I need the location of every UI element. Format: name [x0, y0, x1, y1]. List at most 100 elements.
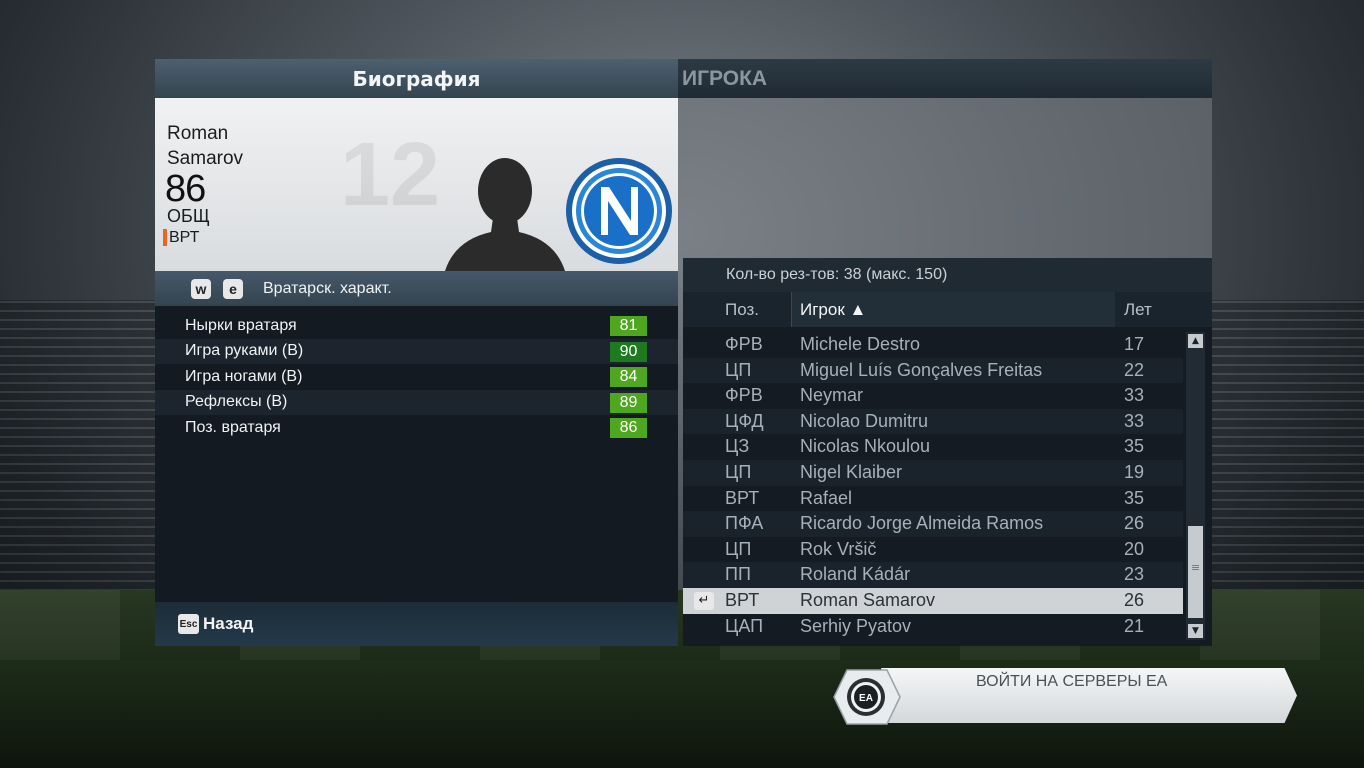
player-first-name: Roman — [167, 123, 229, 144]
attribute-row: Игра ногами (В) 84 — [155, 364, 678, 390]
scroll-down-arrow-icon[interactable]: ▼ — [1188, 624, 1203, 638]
list-scrollbar[interactable]: ▲ ▼ — [1186, 332, 1205, 640]
table-row[interactable]: ФРВ Michele Destro 17 — [683, 332, 1183, 358]
player-bio-panel: Биография 12 Roman Samarov 86 ОБЩ ВРТ w … — [155, 59, 678, 646]
row-position: ВРТ — [725, 589, 760, 610]
row-player-name: Roland Kádár — [800, 564, 911, 585]
row-player-name: Rok Vršič — [800, 538, 877, 559]
row-position: ЦП — [725, 538, 752, 559]
stadium-stand-left — [0, 300, 160, 600]
player-position: ВРТ — [163, 229, 199, 246]
column-header-player[interactable]: Игрок ▲ — [800, 300, 866, 320]
row-player-name: Nigel Klaiber — [800, 461, 903, 482]
player-last-name: Samarov — [167, 148, 244, 169]
attribute-name: Рефлексы (В) — [185, 393, 288, 411]
row-position: ФРВ — [725, 385, 763, 406]
table-row[interactable]: ЦП Miguel Luís Gonçalves Freitas 22 — [683, 357, 1183, 384]
preview-area — [678, 98, 1212, 258]
attribute-row: Игра руками (В) 90 — [155, 338, 678, 364]
table-row[interactable]: ЦП Nigel Klaiber 19 — [683, 459, 1183, 486]
scroll-up-arrow-icon[interactable]: ▲ — [1188, 334, 1203, 348]
row-player-name: Rafael — [800, 487, 853, 508]
results-count-bar: Кол-во рез-тов: 38 (макс. 150) — [683, 258, 1212, 292]
row-player-name: Nicolao Dumitru — [800, 410, 929, 431]
row-age: 19 — [1124, 461, 1145, 482]
attribute-name: Игра ногами (В) — [185, 367, 303, 385]
row-age: 33 — [1124, 385, 1145, 406]
attribute-row: Поз. вратаря 86 — [155, 415, 678, 441]
row-age: 26 — [1124, 513, 1145, 534]
row-player-name: Michele Destro — [800, 334, 921, 354]
row-age: 26 — [1124, 589, 1145, 610]
player-card: 12 Roman Samarov 86 ОБЩ ВРТ — [155, 98, 678, 271]
row-age: 33 — [1124, 410, 1145, 431]
player-silhouette-icon — [445, 158, 565, 271]
row-position: ЦП — [725, 359, 752, 380]
table-row[interactable]: ЦФД Nicolao Dumitru 33 — [683, 408, 1183, 435]
row-player-name: Neymar — [800, 385, 864, 406]
ea-logo-text: EA — [859, 693, 873, 704]
back-label: Назад — [203, 614, 254, 633]
row-position: ЦП — [725, 461, 752, 482]
attribute-value: 89 — [610, 392, 647, 413]
bio-title: Биография — [352, 66, 481, 91]
row-position: ЦЗ — [725, 436, 750, 457]
table-header: Поз. Игрок ▲ Лет — [683, 292, 1212, 327]
ea-signin-button[interactable]: EA ВОЙТИ НА СЕРВЕРЫ EA — [833, 668, 1299, 726]
attribute-name: Игра руками (В) — [185, 342, 304, 360]
napoli-crest-icon — [566, 158, 672, 264]
table-row-selected[interactable]: ↵ ВРТ Roman Samarov 26 — [683, 587, 1183, 614]
row-age: 21 — [1124, 615, 1145, 636]
attribute-row: Нырки вратаря 81 — [155, 313, 678, 339]
section-title: Вратарск. характ. — [263, 279, 392, 297]
table-row[interactable]: ЦЗ Nicolas Nkoulou 35 — [683, 434, 1183, 460]
bio-header: Биография — [155, 59, 678, 98]
back-button[interactable]: Esc Назад — [155, 602, 678, 646]
table-row[interactable]: ПФА Ricardo Jorge Almeida Ramos 26 — [683, 511, 1183, 537]
row-position: ПП — [725, 564, 751, 585]
scrollbar-thumb[interactable] — [1188, 526, 1203, 618]
row-player-name: Ricardo Jorge Almeida Ramos — [800, 513, 1044, 534]
row-position: ЦАП — [725, 615, 764, 636]
results-count: Кол-во рез-тов: 38 (макс. 150) — [726, 266, 948, 283]
attribute-value: 81 — [610, 316, 647, 336]
table-row[interactable]: ВРТ Rafael 35 — [683, 486, 1183, 512]
player-rating: 86 — [165, 168, 206, 210]
attribute-name: Нырки вратаря — [185, 316, 297, 334]
column-header-age[interactable]: Лет — [1124, 300, 1152, 320]
attribute-name: Поз. вратаря — [185, 418, 281, 436]
section-bar: w e Вратарск. характ. — [155, 271, 678, 306]
column-header-position[interactable]: Поз. — [725, 300, 759, 320]
row-age: 22 — [1124, 359, 1145, 380]
row-position: ФРВ — [725, 334, 763, 354]
row-player-name: Roman Samarov — [800, 589, 936, 610]
attribute-value: 84 — [610, 367, 647, 387]
row-player-name: Serhiy Pyatov — [800, 615, 912, 636]
table-row[interactable]: ЦАП Serhiy Pyatov 21 — [683, 614, 1183, 640]
table-row[interactable]: ФРВ Neymar 33 — [683, 383, 1183, 409]
prev-section-key[interactable]: w — [191, 278, 211, 299]
rating-label: ОБЩ — [167, 206, 210, 226]
table-row[interactable]: ПП Roland Kádár 23 — [683, 562, 1183, 588]
row-age: 17 — [1124, 334, 1145, 354]
table-row[interactable]: ЦП Rok Vršič 20 — [683, 537, 1183, 563]
esc-key-icon: Esc — [178, 614, 199, 634]
ea-sports-logo-icon: EA — [833, 669, 901, 725]
row-position: ВРТ — [725, 487, 760, 508]
stadium-stand-right — [1204, 300, 1364, 600]
row-position: ЦФД — [725, 410, 764, 431]
player-table: ФРВ Michele Destro 17 ЦП Miguel Luís Gon… — [683, 332, 1183, 639]
next-section-key[interactable]: e — [223, 278, 243, 299]
shirt-number: 12 — [340, 125, 441, 225]
row-age: 23 — [1124, 564, 1145, 585]
row-age: 35 — [1124, 436, 1145, 457]
ea-signin-label: ВОЙТИ НА СЕРВЕРЫ EA — [976, 673, 1168, 690]
attribute-value: 86 — [610, 418, 647, 438]
row-position: ПФА — [725, 513, 764, 534]
row-age: 35 — [1124, 487, 1145, 508]
player-list-title: ИГРОКА — [682, 66, 768, 90]
row-player-name: Nicolas Nkoulou — [800, 436, 931, 457]
row-player-name: Miguel Luís Gonçalves Freitas — [800, 359, 1043, 380]
attribute-value: 90 — [610, 341, 647, 362]
attribute-list: Нырки вратаря 81 Игра руками (В) 90 Игра… — [155, 306, 678, 441]
